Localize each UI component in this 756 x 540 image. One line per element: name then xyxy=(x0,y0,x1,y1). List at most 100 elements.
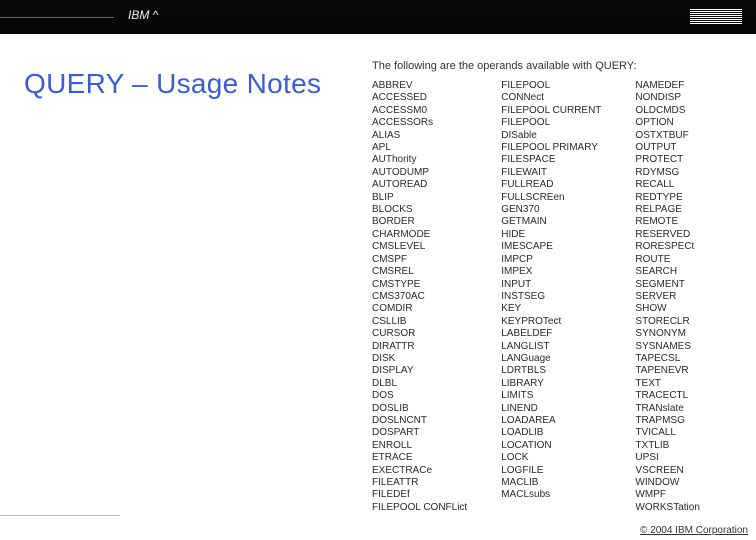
operand-entry: DISK xyxy=(372,353,467,365)
operand-entry: CONNect xyxy=(501,92,601,104)
operand-entry: INSTSEG xyxy=(501,291,601,303)
operand-entry: FULLSCREen xyxy=(501,192,601,204)
operand-entry: SYNONYM xyxy=(635,328,699,340)
operand-entry: FILEDEf xyxy=(372,489,467,501)
operand-entry: LOCATION xyxy=(501,440,601,452)
operand-entry: MACLsubs xyxy=(501,489,601,501)
operand-entry: LABELDEF xyxy=(501,328,601,340)
operand-entry: CMSTYPE xyxy=(372,279,467,291)
operand-entry: INPUT xyxy=(501,279,601,291)
operand-entry: FILEPOOL PRIMARY xyxy=(501,142,601,154)
operand-entry: RESERVED xyxy=(635,229,699,241)
operand-entry: LOADLIB xyxy=(501,427,601,439)
operand-column-2: FILEPOOLCONNectFILEPOOL CURRENTFILEPOOLD… xyxy=(501,80,601,514)
operand-entry: TRANslate xyxy=(635,403,699,415)
operand-entry: LOCK xyxy=(501,452,601,464)
operand-entry: DOSLIB xyxy=(372,403,467,415)
operand-entry: CMSPF xyxy=(372,254,467,266)
operand-entry: IMPCP xyxy=(501,254,601,266)
operand-entry: ACCESSORs xyxy=(372,117,467,129)
operand-entry: LIMITS xyxy=(501,390,601,402)
operand-entry: OUTPUT xyxy=(635,142,699,154)
operand-entry: RORESPECt xyxy=(635,241,699,253)
operand-entry: ABBREV xyxy=(372,80,467,92)
operand-entry: OPTION xyxy=(635,117,699,129)
operand-column-3: NAMEDEFNONDISPOLDCMDSOPTIONOSTXTBUFOUTPU… xyxy=(635,80,699,514)
operand-entry: WINDOW xyxy=(635,477,699,489)
operand-entry: LANGLIST xyxy=(501,341,601,353)
operand-entry: TEXT xyxy=(635,378,699,390)
operand-entry: UPSI xyxy=(635,452,699,464)
operand-entry: REMOTE xyxy=(635,216,699,228)
footer-rule xyxy=(0,515,756,516)
operand-entry: PROTECT xyxy=(635,154,699,166)
operand-entry: CMSREL xyxy=(372,266,467,278)
operand-entry: ACCESSED xyxy=(372,92,467,104)
operand-entry: KEY xyxy=(501,303,601,315)
operand-entry: FILEPOOL CONFLict xyxy=(372,502,467,514)
operand-entry: OLDCMDS xyxy=(635,105,699,117)
operand-entry: SEARCH xyxy=(635,266,699,278)
operand-entry: GEN370 xyxy=(501,204,601,216)
operand-entry: APL xyxy=(372,142,467,154)
operand-entry: RECALL xyxy=(635,179,699,191)
operand-entry: STORECLR xyxy=(635,316,699,328)
operand-entry: REDTYPE xyxy=(635,192,699,204)
operand-entry: LANGuage xyxy=(501,353,601,365)
operand-entry: FILEPOOL xyxy=(501,80,601,92)
operand-entry: NAMEDEF xyxy=(635,80,699,92)
operand-entry: CMSLEVEL xyxy=(372,241,467,253)
brand-text: IBM ^ xyxy=(128,8,158,22)
operand-entry: HIDE xyxy=(501,229,601,241)
operand-entry: SHOW xyxy=(635,303,699,315)
operand-entry: CURSOR xyxy=(372,328,467,340)
operand-entry: EXECTRACe xyxy=(372,465,467,477)
operand-entry: CMS370AC xyxy=(372,291,467,303)
operand-entry: TRAPMSG xyxy=(635,415,699,427)
operand-entry: TRACECTL xyxy=(635,390,699,402)
operand-entry: WORKSTation xyxy=(635,502,699,514)
operand-entry: DOSPART xyxy=(372,427,467,439)
operand-entry: BORDER xyxy=(372,216,467,228)
operand-entry: IMESCAPE xyxy=(501,241,601,253)
header-bar: IBM ^ xyxy=(0,0,756,34)
operand-entry: DISPLAY xyxy=(372,365,467,377)
operand-entry: FILESPACE xyxy=(501,154,601,166)
operand-entry: ACCESSM0 xyxy=(372,105,467,117)
operand-entry: BLOCKS xyxy=(372,204,467,216)
operand-columns: ABBREVACCESSEDACCESSM0ACCESSORsALIASAPL A… xyxy=(372,80,700,514)
operand-entry: DLBL xyxy=(372,378,467,390)
operand-entry: CHARMODE xyxy=(372,229,467,241)
operand-entry: GETMAIN xyxy=(501,216,601,228)
operand-entry: ALIAS xyxy=(372,130,467,142)
copyright-text: © 2004 IBM Corporation xyxy=(640,525,748,536)
operand-entry: TAPECSL xyxy=(635,353,699,365)
operand-entry: TXTLIB xyxy=(635,440,699,452)
operand-entry: OSTXTBUF xyxy=(635,130,699,142)
operand-entry: RELPAGE xyxy=(635,204,699,216)
operand-entry: SERVER xyxy=(635,291,699,303)
operand-entry: DISable xyxy=(501,130,601,142)
operand-entry: VSCREEN xyxy=(635,465,699,477)
operand-entry: LOGFILE xyxy=(501,465,601,477)
operand-entry: RDYMSG xyxy=(635,167,699,179)
operand-entry: LOADAREA xyxy=(501,415,601,427)
intro-text: The following are the operands available… xyxy=(372,60,637,72)
operand-entry: BLIP xyxy=(372,192,467,204)
operand-entry: AUTOREAD xyxy=(372,179,467,191)
page-title: QUERY – Usage Notes xyxy=(24,68,321,100)
operand-entry: COMDIR xyxy=(372,303,467,315)
operand-entry: LINEND xyxy=(501,403,601,415)
operand-entry: FILEPOOL CURRENT xyxy=(501,105,601,117)
operand-entry: TAPENEVR xyxy=(635,365,699,377)
ibm-logo-icon xyxy=(690,9,742,24)
operand-entry: KEYPROTect xyxy=(501,316,601,328)
operand-entry: DIRATTR xyxy=(372,341,467,353)
operand-entry: LDRTBLS xyxy=(501,365,601,377)
operand-entry: CSLLIB xyxy=(372,316,467,328)
operand-entry: ETRACE xyxy=(372,452,467,464)
operand-entry: FILEWAIT xyxy=(501,167,601,179)
operand-entry: FULLREAD xyxy=(501,179,601,191)
operand-entry: DOSLNCNT xyxy=(372,415,467,427)
operand-entry: FILEPOOL xyxy=(501,117,601,129)
